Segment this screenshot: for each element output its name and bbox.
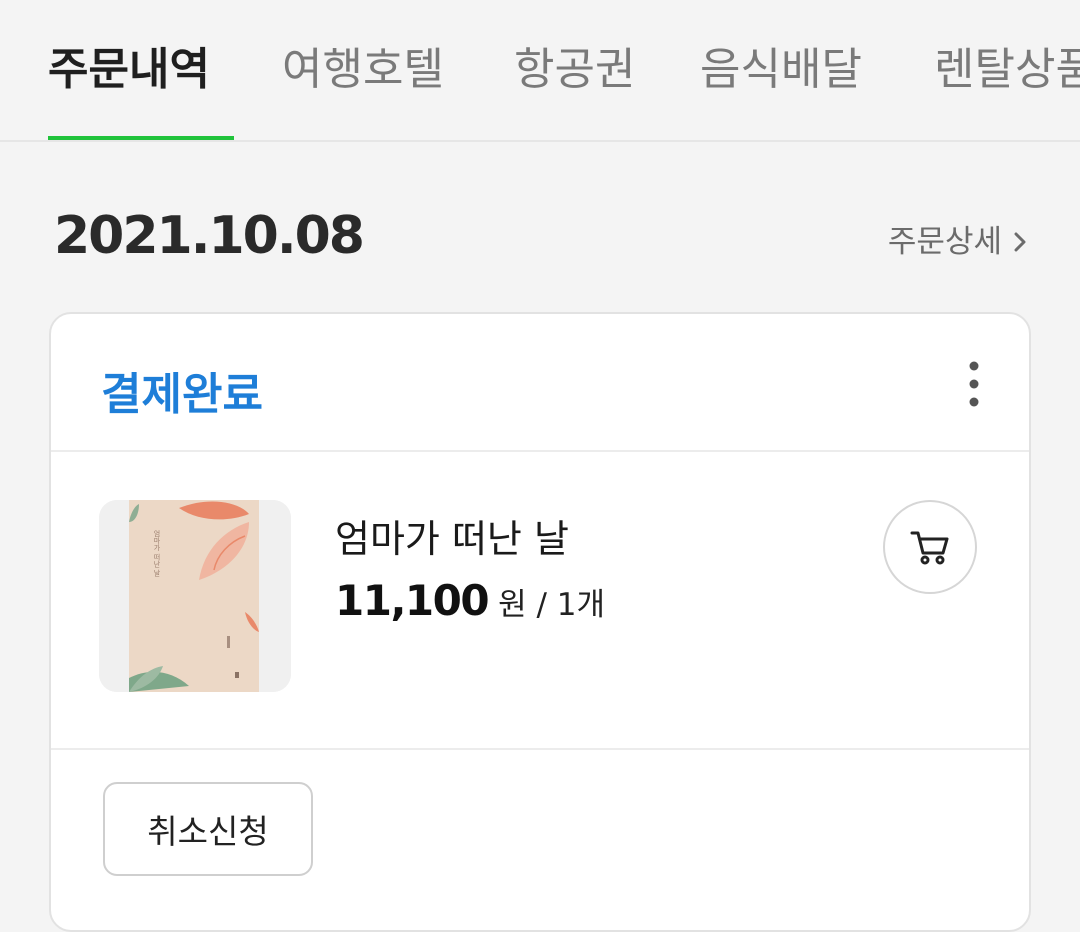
item-title[interactable]: 엄마가 떠난 날	[335, 508, 569, 563]
tab-rental[interactable]: 렌탈상품	[934, 40, 1080, 100]
order-category-tabs: 주문내역 여행호텔 항공권 음식배달 렌탈상품	[0, 0, 1080, 142]
tab-flight[interactable]: 항공권	[514, 40, 635, 100]
item-price-unit: 원 / 1개	[498, 587, 605, 623]
order-date: 2021.10.08	[54, 206, 365, 266]
chevron-right-icon	[1014, 232, 1026, 252]
order-detail-label: 주문상세	[887, 224, 1002, 260]
tab-order-history[interactable]: 주문내역	[48, 40, 210, 100]
order-detail-link[interactable]: 주문상세	[888, 222, 1030, 262]
more-vertical-icon[interactable]	[959, 354, 989, 414]
book-cover-thumbnail[interactable]: 엄마가 떠난 날	[99, 500, 291, 692]
active-tab-indicator	[48, 136, 234, 140]
tab-food-delivery[interactable]: 음식배달	[700, 40, 862, 100]
order-item: 엄마가 떠난 날 엄마가 떠난 날 11,100 원 / 1개	[51, 452, 1029, 750]
item-price-amount: 11,100	[335, 576, 490, 625]
tab-travel-hotel[interactable]: 여행호텔	[282, 40, 444, 100]
book-cover-title: 엄마가 떠난 날	[153, 530, 161, 577]
order-card: 결제완료 엄마가 떠난 날 엄마가 떠난 날 11,100 원 / 1개 취소신…	[49, 312, 1031, 932]
order-card-header: 결제완료	[51, 314, 1029, 452]
add-to-cart-button[interactable]	[883, 500, 977, 594]
cart-icon	[910, 531, 949, 565]
cancel-request-button[interactable]: 취소신청	[103, 782, 313, 876]
order-status: 결제완료	[101, 369, 263, 420]
book-cover-image: 엄마가 떠난 날	[99, 500, 291, 692]
item-price: 11,100 원 / 1개	[335, 576, 605, 625]
